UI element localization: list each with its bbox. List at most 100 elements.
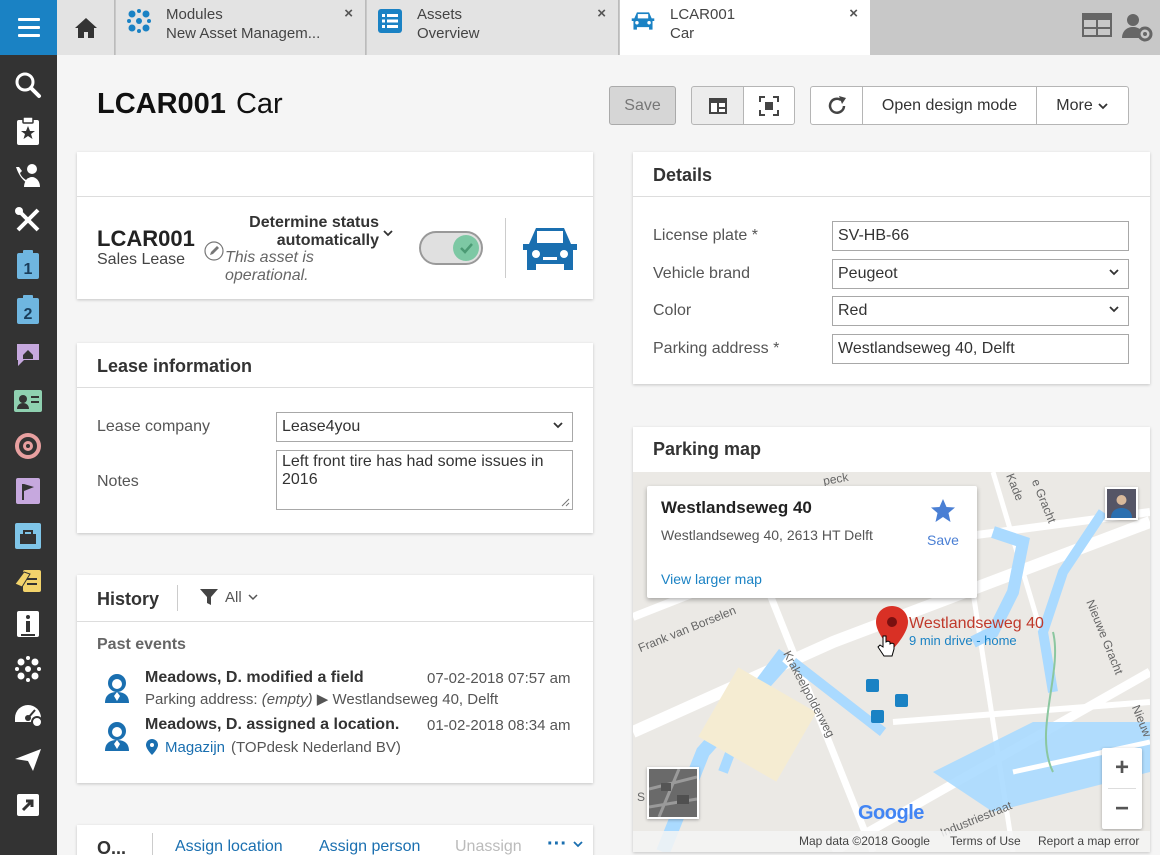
event-title: Meadows, D. assigned a location.: [145, 716, 400, 733]
tab-assets[interactable]: Assets Overview ×: [367, 0, 619, 55]
hamburger-menu-button[interactable]: [0, 0, 57, 55]
dashboard-gauge-icon[interactable]: [12, 698, 44, 730]
car-icon: [519, 224, 581, 281]
focus-view-button[interactable]: [743, 86, 795, 125]
assign-location-link[interactable]: Assign location: [175, 838, 283, 855]
transit-stop-icon: [866, 679, 879, 692]
notes-textarea[interactable]: Left front tire has had some issues in 2…: [276, 450, 573, 510]
assign-person-link[interactable]: Assign person: [319, 838, 420, 855]
vehicle-brand-label: Vehicle brand: [653, 265, 750, 282]
lease-company-select[interactable]: Lease4you: [276, 412, 573, 442]
resize-handle-icon: [561, 498, 570, 507]
card-title: O...: [97, 838, 127, 855]
history-card: History All Past events Meadows, D. modi…: [77, 575, 593, 783]
open-design-mode-button[interactable]: Open design mode: [862, 86, 1037, 125]
optional-fields-card: O... Assign location Assign person Unass…: [77, 825, 593, 855]
toggle-knob: [453, 235, 479, 261]
parking-map-title: Parking map: [653, 439, 762, 459]
save-button[interactable]: Save: [609, 86, 676, 125]
notes-label: Notes: [97, 473, 139, 490]
asset-id: LCAR001: [97, 88, 226, 120]
tab-lcar001[interactable]: LCAR001 Car ×: [620, 0, 870, 55]
event-date: 07-02-2018 07:57 am: [427, 670, 571, 687]
status-toggle[interactable]: [419, 231, 483, 265]
chevron-down-icon: [553, 422, 563, 429]
chevron-down-icon: [1109, 306, 1119, 313]
home-icon: [74, 17, 97, 38]
tab-title: Modules: [166, 6, 223, 23]
location-link[interactable]: Magazijn: [165, 739, 225, 756]
unassign-link[interactable]: Unassign: [455, 838, 522, 855]
svg-text:1: 1: [24, 261, 33, 278]
terms-of-use-link[interactable]: Terms of Use: [950, 834, 1021, 848]
popup-address: Westlandseweg 40, 2613 HT Delft: [661, 527, 873, 543]
car-icon: [631, 12, 655, 30]
close-icon[interactable]: ×: [597, 5, 606, 22]
reservation-chat-icon[interactable]: [12, 339, 44, 371]
first-line-icon[interactable]: 1: [12, 249, 44, 281]
lease-card-title: Lease information: [97, 356, 253, 376]
tab-title: LCAR001: [670, 6, 736, 23]
close-icon[interactable]: ×: [344, 5, 353, 22]
zoom-in-button[interactable]: +: [1102, 748, 1142, 788]
tab-modules[interactable]: Modules New Asset Managem... ×: [116, 0, 366, 55]
parking-address-input[interactable]: Westlandseweg 40, Delft: [832, 334, 1129, 364]
edit-pencil-icon[interactable]: [204, 241, 224, 266]
notes-value: Left front tire has had some issues in 2…: [282, 453, 544, 488]
license-plate-input[interactable]: SV-HB-66: [832, 221, 1129, 251]
layout-view-button[interactable]: [691, 86, 744, 125]
vehicle-brand-select[interactable]: Peugeot: [832, 259, 1129, 289]
toolbox-calendar-icon[interactable]: [12, 519, 44, 551]
contact-card-icon[interactable]: [12, 384, 44, 416]
paper-plane-icon[interactable]: [12, 743, 44, 775]
chevron-down-icon: [1098, 102, 1108, 109]
target-icon[interactable]: [12, 429, 44, 461]
event-detail: Parking address: (empty) ▶ Westlandseweg…: [145, 690, 498, 708]
more-actions-button[interactable]: ···: [547, 833, 583, 855]
pin-sublabel: 9 min drive - home: [909, 633, 1017, 648]
asset-type: Car: [235, 88, 283, 120]
user-headset-icon: [102, 672, 132, 704]
status-text: This asset is operational.: [225, 249, 314, 284]
second-line-icon[interactable]: 2: [12, 294, 44, 326]
layout-icon[interactable]: [1082, 12, 1112, 42]
chevron-down-icon[interactable]: [382, 224, 394, 242]
event-new-value: Westlandseweg 40, Delft: [332, 691, 499, 708]
modules-icon[interactable]: [12, 653, 44, 685]
satellite-toggle[interactable]: [647, 767, 699, 819]
refresh-button[interactable]: [810, 86, 863, 125]
vehicle-brand-value: Peugeot: [838, 265, 898, 282]
arrow-right-icon: ▶: [316, 691, 329, 708]
search-icon[interactable]: [12, 69, 44, 101]
info-document-icon[interactable]: [12, 608, 44, 640]
transit-stop-icon: [895, 694, 908, 707]
rocket-document-icon[interactable]: [12, 563, 44, 595]
satellite-thumbnail-icon: [648, 768, 698, 818]
home-tab[interactable]: [57, 0, 115, 55]
street-view-avatar[interactable]: [1105, 487, 1138, 520]
google-logo: Google: [858, 802, 924, 824]
more-button[interactable]: More: [1036, 86, 1129, 125]
starred-clipboard-icon[interactable]: [12, 115, 44, 147]
close-icon[interactable]: ×: [849, 5, 858, 22]
map-view[interactable]: Frank van Borselen Krakeelpolderweg Nieu…: [633, 472, 1150, 852]
phone-user-icon[interactable]: [12, 160, 44, 192]
focus-icon: [759, 95, 779, 116]
color-select[interactable]: Red: [832, 296, 1129, 326]
map-info-popup: Westlandseweg 40 Westlandseweg 40, 2613 …: [647, 486, 977, 598]
event-date: 01-02-2018 08:34 am: [427, 717, 571, 734]
external-link-icon[interactable]: [12, 789, 44, 821]
report-map-error-link[interactable]: Report a map error: [1038, 834, 1139, 848]
view-larger-map-link[interactable]: View larger map: [661, 571, 762, 587]
asset-summary-card: LCAR001 Sales Lease Determine status aut…: [77, 152, 593, 299]
flag-calendar-icon[interactable]: [12, 474, 44, 506]
check-icon: [460, 243, 473, 254]
details-title: Details: [653, 165, 713, 185]
history-filter[interactable]: All: [199, 587, 258, 607]
zoom-out-button[interactable]: −: [1102, 789, 1142, 829]
popup-save-button[interactable]: Save: [927, 532, 959, 548]
user-settings-icon[interactable]: [1121, 12, 1153, 42]
tools-icon[interactable]: [12, 204, 44, 236]
star-icon[interactable]: [930, 498, 956, 529]
tab-subtitle: Overview: [417, 25, 480, 42]
